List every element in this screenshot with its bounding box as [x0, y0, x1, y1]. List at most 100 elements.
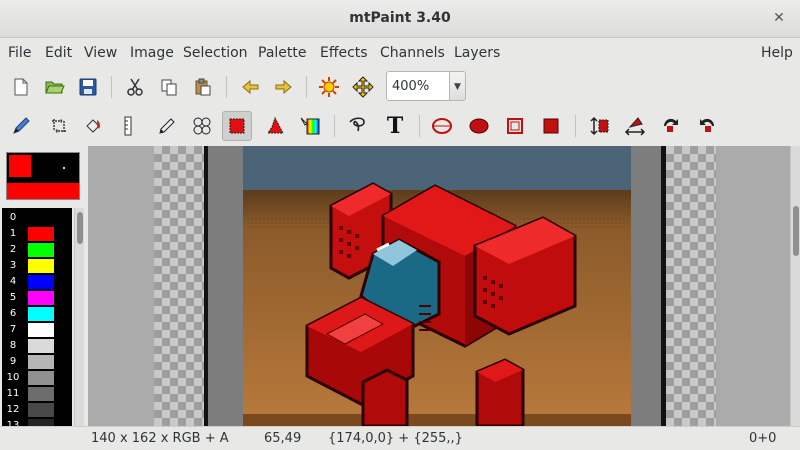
- color-a-swatch[interactable]: [9, 155, 31, 177]
- palette-swatch[interactable]: [28, 355, 54, 369]
- pixel-value: {174,0,0} + {255,,}: [328, 431, 463, 446]
- palette-swatch[interactable]: [28, 259, 54, 273]
- select-polygon-icon[interactable]: [260, 111, 290, 141]
- cut-icon[interactable]: [120, 72, 150, 102]
- palette-index: 5: [9, 292, 17, 303]
- palette-swatch[interactable]: [28, 243, 54, 257]
- main-toolbar: ▼: [0, 68, 800, 106]
- palette-swatch[interactable]: [28, 227, 54, 241]
- close-icon[interactable]: ✕: [770, 9, 788, 27]
- palette-entry[interactable]: 0: [2, 210, 72, 226]
- pattern-preview: [7, 183, 79, 199]
- palette-entry[interactable]: 2: [2, 242, 72, 258]
- palette-index: 4: [9, 276, 17, 287]
- palette-entry[interactable]: 4: [2, 274, 72, 290]
- menu-channels[interactable]: Channels: [380, 45, 445, 61]
- toolbar-separator: [334, 115, 335, 137]
- palette-index: 0: [9, 212, 17, 223]
- lasso-icon[interactable]: [342, 111, 372, 141]
- text-icon[interactable]: T: [380, 111, 410, 141]
- menu-palette[interactable]: Palette: [258, 45, 307, 61]
- toolbar-separator: [306, 76, 307, 98]
- smudge-icon[interactable]: [151, 111, 181, 141]
- palette-entry[interactable]: 9: [2, 354, 72, 370]
- menu-layers[interactable]: Layers: [454, 45, 500, 61]
- palette-entry[interactable]: 11: [2, 386, 72, 402]
- save-icon[interactable]: [73, 72, 103, 102]
- flood-fill-icon[interactable]: [78, 111, 108, 141]
- toolbar-separator: [419, 115, 420, 137]
- palette-swatch[interactable]: [28, 211, 54, 225]
- image-canvas[interactable]: [243, 146, 631, 426]
- undo-arrow-icon[interactable]: [236, 72, 266, 102]
- palette-index: 2: [9, 244, 17, 255]
- palette-scrollbar[interactable]: [74, 208, 84, 426]
- palette-swatch[interactable]: [28, 387, 54, 401]
- straight-line-icon[interactable]: [113, 111, 143, 141]
- paste-icon[interactable]: [188, 72, 218, 102]
- palette-entry[interactable]: 5: [2, 290, 72, 306]
- canvas-area[interactable]: [88, 146, 800, 426]
- paint-brush-icon[interactable]: [6, 111, 36, 141]
- palette-swatch[interactable]: [28, 323, 54, 337]
- palette-entry[interactable]: 6: [2, 306, 72, 322]
- title-bar: mtPaint 3.40 ✕: [0, 0, 800, 38]
- palette-index: 10: [6, 372, 20, 383]
- palette-swatch[interactable]: [28, 307, 54, 321]
- open-folder-icon[interactable]: [40, 72, 70, 102]
- new-file-icon[interactable]: [6, 72, 36, 102]
- palette-list[interactable]: 01234567891011121314: [2, 208, 72, 426]
- menu-selection[interactable]: Selection: [183, 45, 248, 61]
- chevron-down-icon[interactable]: ▼: [450, 71, 466, 101]
- scrollbar-thumb[interactable]: [77, 212, 83, 244]
- pan-window-icon[interactable]: [314, 72, 344, 102]
- ellipse-outline-icon[interactable]: [427, 111, 457, 141]
- menu-view[interactable]: View: [84, 45, 117, 61]
- transparency-checker-left: [154, 146, 204, 426]
- palette-entry[interactable]: 8: [2, 338, 72, 354]
- toolbar-separator: [226, 76, 227, 98]
- palette-index: 9: [9, 356, 17, 367]
- flip-vertical-icon[interactable]: [584, 111, 614, 141]
- status-bar: 140 x 162 x RGB + A 65,49 {174,0,0} + {2…: [0, 426, 800, 450]
- menu-help[interactable]: Help: [761, 45, 793, 61]
- redo-arrow-icon[interactable]: [268, 72, 298, 102]
- rotate-clockwise-icon[interactable]: [656, 111, 686, 141]
- palette-entry[interactable]: 13: [2, 418, 72, 426]
- palette-entry[interactable]: 7: [2, 322, 72, 338]
- palette-entry[interactable]: 1: [2, 226, 72, 242]
- palette-swatch[interactable]: [28, 339, 54, 353]
- zoom-combo[interactable]: ▼: [386, 71, 466, 101]
- select-rectangle-icon[interactable]: [222, 111, 252, 141]
- copy-icon[interactable]: [154, 72, 184, 102]
- rectangle-outline-icon[interactable]: [500, 111, 530, 141]
- toolbar-separator: [111, 76, 112, 98]
- move-layer-icon[interactable]: [348, 72, 378, 102]
- menu-file[interactable]: File: [8, 45, 31, 61]
- palette-entry[interactable]: 10: [2, 370, 72, 386]
- zoom-input[interactable]: [386, 71, 450, 101]
- palette-entry[interactable]: 3: [2, 258, 72, 274]
- clone-icon[interactable]: [187, 111, 217, 141]
- rectangle-filled-icon[interactable]: [536, 111, 566, 141]
- ellipse-filled-icon[interactable]: [464, 111, 494, 141]
- flip-horizontal-icon[interactable]: [620, 111, 650, 141]
- menu-image[interactable]: Image: [130, 45, 174, 61]
- palette-index: 11: [6, 388, 20, 399]
- menu-effects[interactable]: Effects: [320, 45, 368, 61]
- canvas-scrollbar[interactable]: [790, 146, 800, 426]
- palette-swatch[interactable]: [28, 291, 54, 305]
- palette-swatch[interactable]: [28, 403, 54, 417]
- palette-swatch[interactable]: [28, 419, 54, 426]
- palette-entry[interactable]: 12: [2, 402, 72, 418]
- cursor-position: 65,49: [264, 431, 302, 446]
- gradient-icon[interactable]: [295, 111, 325, 141]
- palette-swatch[interactable]: [28, 371, 54, 385]
- palette-swatch[interactable]: [28, 275, 54, 289]
- canvas-gutter-left: [208, 146, 243, 426]
- menu-edit[interactable]: Edit: [45, 45, 72, 61]
- scrollbar-thumb[interactable]: [793, 206, 799, 256]
- shuffle-icon[interactable]: [44, 111, 74, 141]
- current-colors-swatch[interactable]: [6, 152, 80, 200]
- rotate-anticlockwise-icon[interactable]: [692, 111, 722, 141]
